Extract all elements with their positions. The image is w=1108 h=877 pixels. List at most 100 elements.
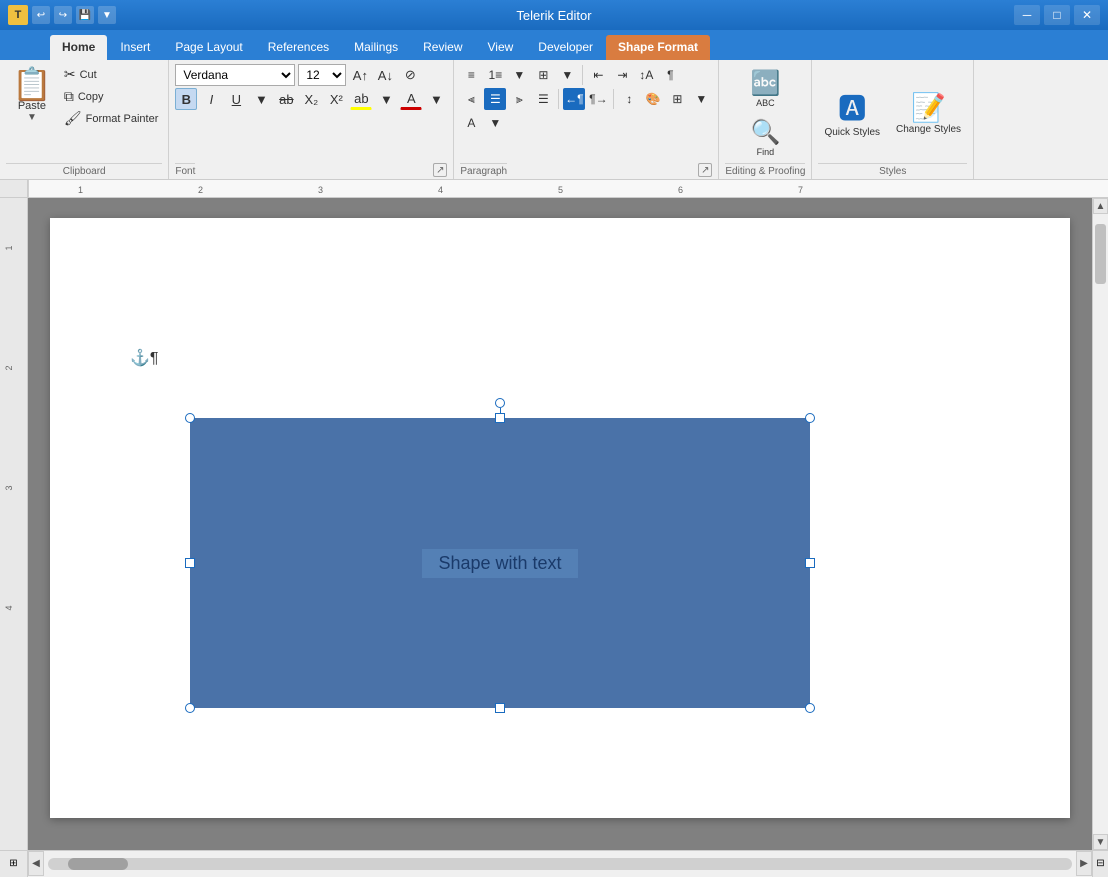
maximize-button[interactable]: □ [1044, 5, 1070, 25]
vertical-ruler: 1 2 3 4 [0, 198, 28, 850]
handle-top-mid[interactable] [495, 413, 505, 423]
document-area[interactable]: ⚓¶ Shape with text [28, 198, 1092, 850]
font-color-button[interactable]: A [400, 88, 422, 110]
rotate-handle[interactable] [495, 398, 505, 408]
copy-icon: ⧉ [64, 88, 74, 105]
ltr-button[interactable]: ←¶ [563, 88, 585, 110]
font-size-select[interactable]: 8 10 12 14 16 18 24 [298, 64, 346, 86]
v-scroll-thumb[interactable] [1095, 224, 1106, 284]
corner-btn[interactable]: ⊞ [0, 851, 28, 877]
font-color-dropdown[interactable]: ▼ [425, 88, 447, 110]
cut-button[interactable]: ✂ Cut [60, 64, 163, 85]
clear-format-button[interactable]: ⊘ [399, 64, 421, 86]
shape-container[interactable]: Shape with text [170, 398, 830, 728]
handle-top-left[interactable] [185, 413, 195, 423]
italic-button[interactable]: I [200, 88, 222, 110]
title-bar-left: T ↩ ↪ 💾 ▼ [8, 5, 116, 25]
ruler: 1 2 3 4 5 6 7 [0, 180, 1108, 198]
font-family-select[interactable]: Verdana Arial Times New Roman [175, 64, 295, 86]
handle-top-right[interactable] [805, 413, 815, 423]
underline-button[interactable]: U [225, 88, 247, 110]
line-spacing-button[interactable]: ↕ [618, 88, 640, 110]
find-replace-button[interactable]: 🔍 Find [745, 115, 785, 160]
tab-mailings[interactable]: Mailings [342, 35, 410, 60]
font-dialog-launcher[interactable]: ↗ [433, 163, 447, 177]
decrease-font-button[interactable]: A↓ [374, 64, 396, 86]
decrease-indent-button[interactable]: ⇤ [587, 64, 609, 86]
h-scroll-thumb[interactable] [68, 858, 128, 870]
spell-check-button[interactable]: 🔤 ABC [745, 66, 785, 111]
justify-button[interactable]: ☰ [532, 88, 554, 110]
change-styles-button[interactable]: 📝 Change Styles [890, 87, 967, 139]
corner-btn2[interactable]: ⊟ [1092, 851, 1108, 877]
paragraph-dialog-launcher[interactable]: ↗ [698, 163, 712, 177]
tab-shape-format[interactable]: Shape Format [606, 35, 710, 60]
multilevel-list-button[interactable]: ⊞ [532, 64, 554, 86]
scroll-up-button[interactable]: ▲ [1093, 198, 1108, 214]
scroll-right-button[interactable]: ▶ [1076, 851, 1092, 876]
underline-dropdown[interactable]: ▼ [250, 88, 272, 110]
handle-bottom-right[interactable] [805, 703, 815, 713]
undo-button[interactable]: ↩ [32, 6, 50, 24]
text-color-row3[interactable]: A [460, 112, 482, 134]
multilevel-dropdown[interactable]: ▼ [556, 64, 578, 86]
tab-view[interactable]: View [476, 35, 526, 60]
increase-indent-button[interactable]: ⇥ [611, 64, 633, 86]
tab-insert[interactable]: Insert [108, 35, 162, 60]
increase-font-button[interactable]: A↑ [349, 64, 371, 86]
show-hide-button[interactable]: ¶ [659, 64, 681, 86]
tab-page-layout[interactable]: Page Layout [163, 35, 254, 60]
borders-dropdown[interactable]: ▼ [690, 88, 712, 110]
tab-home[interactable]: Home [50, 35, 107, 60]
handle-bottom-left[interactable] [185, 703, 195, 713]
align-left-button[interactable]: ⫷ [460, 88, 482, 110]
save-button[interactable]: 💾 [76, 6, 94, 24]
document-shape[interactable]: Shape with text [190, 418, 810, 708]
align-center-button[interactable]: ☰ [484, 88, 506, 110]
svg-text:1: 1 [78, 185, 83, 195]
handle-right-mid[interactable] [805, 558, 815, 568]
horizontal-scrollbar: ◀ ▶ [28, 851, 1092, 876]
minimize-button[interactable]: ─ [1014, 5, 1040, 25]
highlight-button[interactable]: ab [350, 88, 372, 110]
numbered-list-button[interactable]: 1≡ [484, 64, 506, 86]
styles-label: Styles [818, 163, 967, 177]
rtl-button[interactable]: ¶→ [587, 88, 609, 110]
sort-button[interactable]: ↕A [635, 64, 657, 86]
tab-review[interactable]: Review [411, 35, 474, 60]
dropdown-button[interactable]: ▼ [98, 6, 116, 24]
borders-button[interactable]: ⊞ [666, 88, 688, 110]
text-color-dropdown-row3[interactable]: ▼ [484, 112, 506, 134]
find-replace-icon: 🔍 [750, 118, 780, 147]
quick-styles-button[interactable]: 🅰 Quick Styles [818, 83, 886, 142]
redo-button[interactable]: ↪ [54, 6, 72, 24]
align-right-button[interactable]: ⫸ [508, 88, 530, 110]
copy-button[interactable]: ⧉ Copy [60, 86, 163, 107]
list-dropdown[interactable]: ▼ [508, 64, 530, 86]
editing-proofing-group: 🔤 ABC 🔍 Find Editing & Proofing [719, 60, 812, 179]
strikethrough-button[interactable]: ab [275, 88, 297, 110]
format-painter-button[interactable]: 🖌 Format Painter [60, 108, 163, 129]
scroll-down-button[interactable]: ▼ [1093, 834, 1108, 850]
close-button[interactable]: ✕ [1074, 5, 1100, 25]
subscript-button[interactable]: X₂ [300, 88, 322, 110]
shading-button[interactable]: 🎨 [642, 88, 664, 110]
highlight-dropdown[interactable]: ▼ [375, 88, 397, 110]
bullet-list-button[interactable]: ≡ [460, 64, 482, 86]
shape-text: Shape with text [422, 549, 577, 578]
scroll-left-button[interactable]: ◀ [28, 851, 44, 876]
app-icon: T [8, 5, 28, 25]
svg-text:7: 7 [798, 185, 803, 195]
bold-button[interactable]: B [175, 88, 197, 110]
svg-text:4: 4 [438, 185, 443, 195]
ruler-corner[interactable] [0, 180, 28, 197]
font-group: Verdana Arial Times New Roman 8 10 12 14… [169, 60, 454, 179]
superscript-button[interactable]: X² [325, 88, 347, 110]
handle-left-mid[interactable] [185, 558, 195, 568]
tab-references[interactable]: References [256, 35, 341, 60]
font-label: Font [175, 163, 195, 177]
paste-button[interactable]: 📋 Paste ▼ [6, 64, 58, 127]
handle-bottom-mid[interactable] [495, 703, 505, 713]
tab-developer[interactable]: Developer [526, 35, 605, 60]
clipboard-group: 📋 Paste ▼ ✂ Cut ⧉ Copy 🖌 Format Painter [0, 60, 169, 179]
